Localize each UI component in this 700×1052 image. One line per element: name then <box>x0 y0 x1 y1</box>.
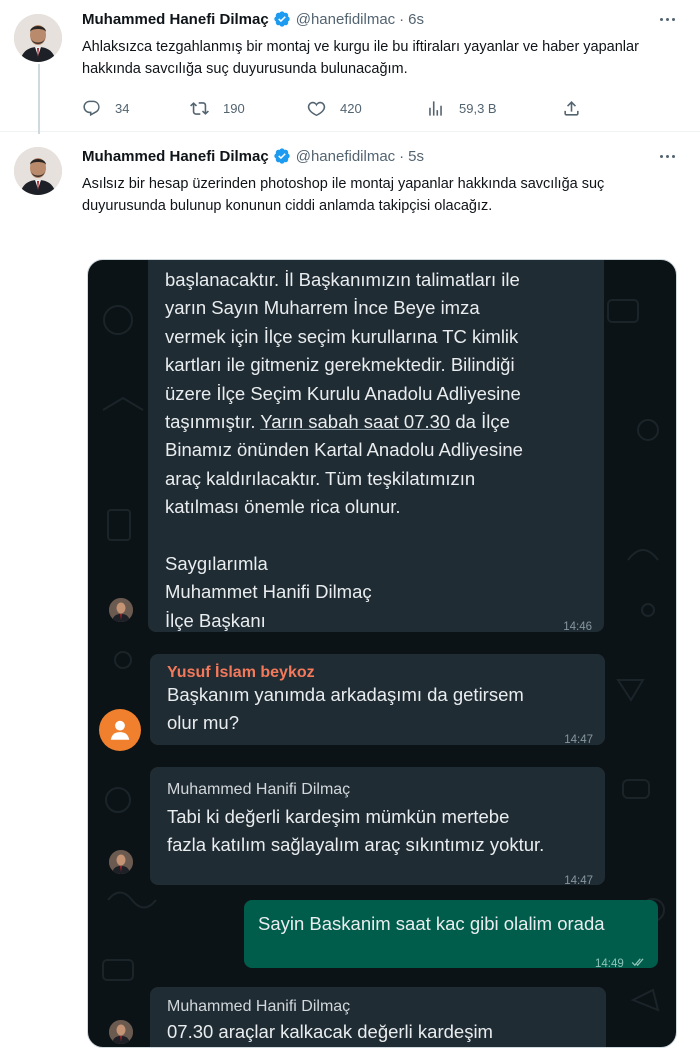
like-button[interactable]: 420 <box>307 96 362 120</box>
message-text: Tabi ki değerli kardeşim mümkün mertebe … <box>167 806 545 856</box>
like-icon <box>307 101 326 116</box>
chat-message: Muhammed Hanifi Dilmaç Tabi ki değerli k… <box>150 767 605 887</box>
tweet-timestamp[interactable]: 5s <box>408 148 424 165</box>
views-button[interactable]: 59,3 B <box>426 96 497 120</box>
reply-icon <box>83 100 100 116</box>
chat-message: Muhammed Hanifi Dilmaç 07.30 araçlar kal… <box>150 987 606 1047</box>
verified-badge-icon <box>273 147 291 165</box>
message-sender: Muhammed Hanifi Dilmaç <box>167 781 351 798</box>
retweet-count: 190 <box>223 100 245 116</box>
reply-count: 34 <box>115 100 130 116</box>
underlined-time-text: Yarın sabah saat 07.30 <box>260 411 451 433</box>
message-time: 14:47 <box>564 875 593 887</box>
tweet-header: Muhammed Hanefi Dilmaç @hanefidilmac · 5… <box>82 145 424 167</box>
separator-dot: · <box>399 147 405 165</box>
more-icon[interactable] <box>656 8 678 30</box>
author-name[interactable]: Muhammed Hanefi Dilmaç <box>82 148 269 165</box>
retweet-icon <box>190 101 209 115</box>
author-handle[interactable]: @hanefidilmac <box>296 148 395 165</box>
share-icon <box>564 100 579 116</box>
avatar[interactable] <box>14 14 62 62</box>
message-text: Başkanım yanımda arkadaşımı da getirsem … <box>167 684 524 734</box>
verified-badge-icon <box>273 10 291 28</box>
author-name[interactable]: Muhammed Hanefi Dilmaç <box>82 11 269 28</box>
message-time: 14:46 <box>563 621 592 633</box>
message-text: 07.30 araçlar kalkacak değerli kardeşim <box>167 1021 493 1042</box>
read-receipt-icon <box>631 950 646 978</box>
chat-message-outgoing: Sayin Baskanim saat kac gibi olalim orad… <box>244 900 658 971</box>
avatar[interactable] <box>14 147 62 195</box>
sender-avatar <box>109 1020 133 1044</box>
message-text: başlanacaktır. İl Başkanımızın talimatla… <box>165 269 523 631</box>
tweet-1[interactable]: Muhammed Hanefi Dilmaç @hanefidilmac · 6… <box>0 0 700 134</box>
share-button[interactable] <box>562 96 581 120</box>
separator-dot: · <box>399 10 405 28</box>
more-icon[interactable] <box>656 145 678 167</box>
sender-avatar <box>109 850 133 874</box>
reply-button[interactable]: 34 <box>82 96 129 120</box>
views-icon <box>429 100 442 116</box>
chat-message: başlanacaktır. İl Başkanımızın talimatla… <box>148 260 604 633</box>
message-text: Sayin Baskanim saat kac gibi olalim orad… <box>258 913 605 934</box>
author-handle[interactable]: @hanefidilmac <box>296 11 395 28</box>
thread-line <box>38 64 40 134</box>
tweet-actions: 34 190 420 59,3 B <box>82 96 582 120</box>
user-icon <box>99 709 141 751</box>
attached-image[interactable]: başlanacaktır. İl Başkanımızın talimatla… <box>87 259 677 1048</box>
message-time: 14:47 <box>564 734 593 746</box>
chat-message: Yusuf İslam beykoz Başkanım yanımda arka… <box>150 654 605 746</box>
like-count: 420 <box>340 100 362 116</box>
message-time: 14:49 <box>595 958 624 971</box>
tweet-header: Muhammed Hanefi Dilmaç @hanefidilmac · 6… <box>82 8 424 30</box>
retweet-button[interactable]: 190 <box>190 96 245 120</box>
tweet-text: Ahlaksızca tezgahlanmış bir montaj ve ku… <box>82 39 639 77</box>
views-count: 59,3 B <box>459 100 497 116</box>
tweet-text: Asılsız bir hesap üzerinden photoshop il… <box>82 176 605 214</box>
sender-avatar <box>109 598 133 622</box>
tweet-timestamp[interactable]: 6s <box>408 11 424 28</box>
